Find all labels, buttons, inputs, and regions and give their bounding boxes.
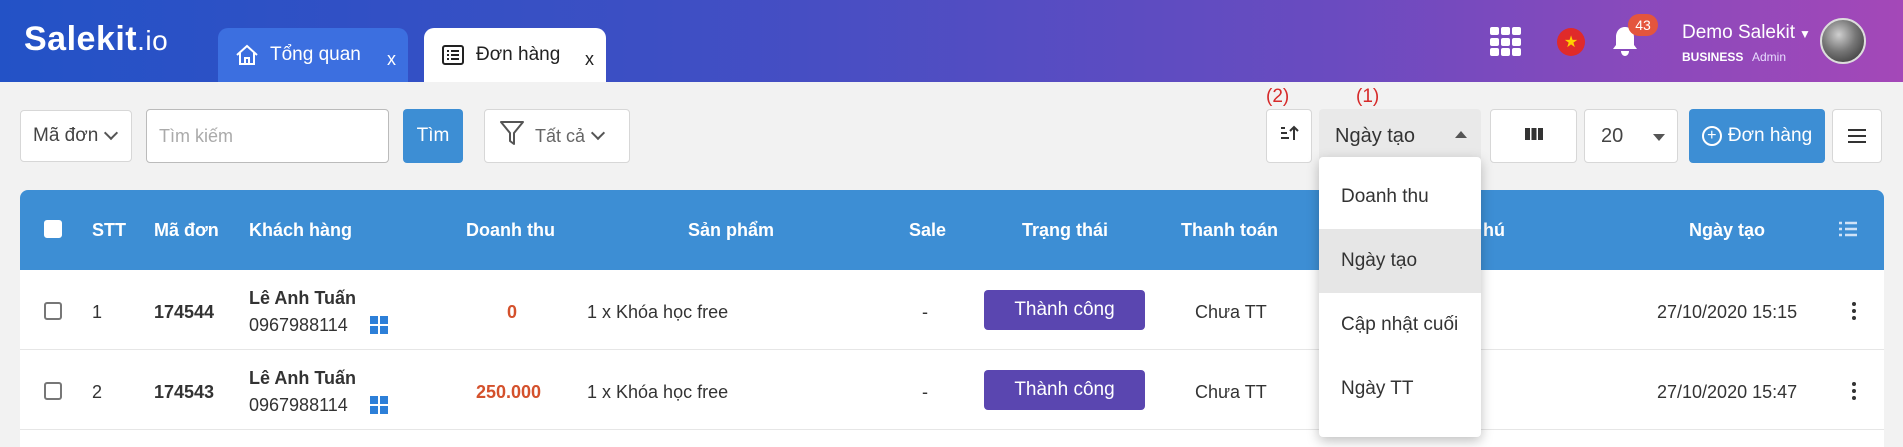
row-order-id[interactable]: 174544 [154,302,214,323]
tab-overview-close[interactable]: x [387,49,396,70]
plus-circle-icon: + [1701,126,1722,146]
page-size-select[interactable]: 20 [1584,109,1678,163]
user-plan: BUSINESS [1682,50,1744,64]
col-order-id[interactable]: Mã đơn [154,220,219,241]
sort-field-value: Ngày tạo [1335,124,1416,147]
chevron-down-icon [104,125,119,141]
tab-orders-close[interactable]: x [585,49,594,70]
sort-direction-button[interactable] [1266,109,1312,163]
sort-option-created[interactable]: Ngày tạo [1319,229,1481,293]
row-checkbox[interactable] [44,302,62,320]
more-options-icon[interactable] [1852,382,1856,400]
sort-option-last-updated[interactable]: Cập nhật cuối [1319,293,1481,357]
row-product: 1 x Khóa học free [587,302,729,322]
user-role: Admin [1752,50,1787,64]
col-created[interactable]: Ngày tạo [1689,220,1765,241]
row-revenue: 0 [507,302,518,322]
logo-text: Salekit [24,20,138,58]
search-input[interactable] [146,109,389,163]
top-header: Salekit.io Tổng quan x Đơn hàng x ★ 43 D… [0,0,1903,82]
col-status[interactable]: Trạng thái [1022,220,1108,241]
table-row[interactable]: 2 174543 Lê Anh Tuấn 0967988114 250.000 … [20,350,1884,430]
user-menu[interactable]: Demo Salekit ▼ [1682,22,1811,44]
row-phone: 0967988114 [249,315,348,335]
col-sale[interactable]: Sale [909,220,946,241]
annotation-sort-field: (1) [1356,86,1380,107]
tab-orders[interactable]: Đơn hàng x [424,28,606,82]
filter-label: Tất cả [535,125,586,146]
sort-direction-icon [1279,124,1299,148]
more-options-icon[interactable] [1852,302,1856,320]
filter-icon [499,119,525,153]
logo-suffix: .io [137,25,169,56]
qr-code-icon[interactable] [370,316,388,334]
columns-icon [1524,125,1544,147]
status-badge[interactable]: Thành công [984,370,1145,410]
home-icon [234,42,260,68]
table-row[interactable]: 1 174544 Lê Anh Tuấn 0967988114 0 1 x Kh… [20,270,1884,350]
chevron-down-icon [590,125,606,141]
row-customer-name[interactable]: Lê Anh Tuấn [249,288,356,309]
flag-star: ★ [1563,34,1579,51]
sort-option-payment-date[interactable]: Ngày TT [1319,357,1481,421]
tab-overview-label: Tổng quan [270,44,361,65]
row-phone: 0967988114 [249,395,348,415]
hamburger-icon [1848,129,1866,143]
orders-table: STT Mã đơn Khách hàng Doanh thu Sản phẩm… [20,190,1884,447]
list-icon [440,42,466,68]
table-header: STT Mã đơn Khách hàng Doanh thu Sản phẩm… [20,190,1884,270]
row-revenue: 250.000 [476,382,542,402]
columns-button[interactable] [1490,109,1577,163]
col-note[interactable]: hú [1483,220,1505,241]
col-product[interactable]: Sản phẩm [688,220,774,241]
row-created: 27/10/2020 15:47 [1657,382,1798,402]
row-product: 1 x Khóa học free [587,382,729,402]
caret-up-icon [1455,131,1467,138]
sort-option-revenue[interactable]: Doanh thu [1319,165,1481,229]
menu-button[interactable] [1832,109,1882,163]
add-order-label: Đơn hàng [1727,125,1813,146]
row-created: 27/10/2020 15:15 [1657,302,1798,322]
col-customer[interactable]: Khách hàng [249,220,352,241]
col-stt[interactable]: STT [92,220,126,241]
row-sale: - [922,302,928,322]
status-badge[interactable]: Thành công [984,290,1145,330]
row-stt: 2 [92,382,103,402]
qr-code-icon[interactable] [370,396,388,414]
apps-grid-icon[interactable] [1490,27,1522,57]
row-checkbox[interactable] [44,382,62,400]
avatar[interactable] [1820,18,1866,64]
search-field-select[interactable]: Mã đơn [20,110,132,162]
search-button[interactable]: Tìm [403,109,463,163]
annotation-sort-direction: (2) [1266,86,1290,107]
row-payment: Chưa TT [1195,382,1267,402]
vietnam-flag-icon[interactable]: ★ [1557,28,1585,56]
select-all-checkbox[interactable] [44,220,62,238]
col-payment[interactable]: Thanh toán [1181,220,1278,241]
row-order-id[interactable]: 174543 [154,382,214,403]
status-filter[interactable]: Tất cả [484,109,630,163]
page-size-value: 20 [1601,124,1624,147]
sort-dropdown-menu: Doanh thu Ngày tạo Cập nhật cuối Ngày TT [1319,157,1481,437]
search-field-label: Mã đơn [33,125,99,146]
row-payment: Chưa TT [1195,302,1267,322]
column-list-icon[interactable] [1838,220,1858,243]
col-revenue[interactable]: Doanh thu [466,220,555,241]
row-customer-name[interactable]: Lê Anh Tuấn [249,368,356,389]
caret-down-icon [1653,134,1665,141]
notification-badge: 43 [1628,14,1658,36]
sort-field-select[interactable]: Ngày tạo [1319,109,1481,163]
logo[interactable]: Salekit.io [24,20,168,59]
row-stt: 1 [92,302,103,322]
caret-down-icon: ▼ [1799,27,1811,41]
add-order-button[interactable]: + Đơn hàng [1689,109,1825,163]
user-name: Demo Salekit [1682,22,1795,43]
tab-orders-label: Đơn hàng [476,44,561,65]
tab-overview[interactable]: Tổng quan x [218,28,408,82]
row-sale: - [922,382,928,402]
